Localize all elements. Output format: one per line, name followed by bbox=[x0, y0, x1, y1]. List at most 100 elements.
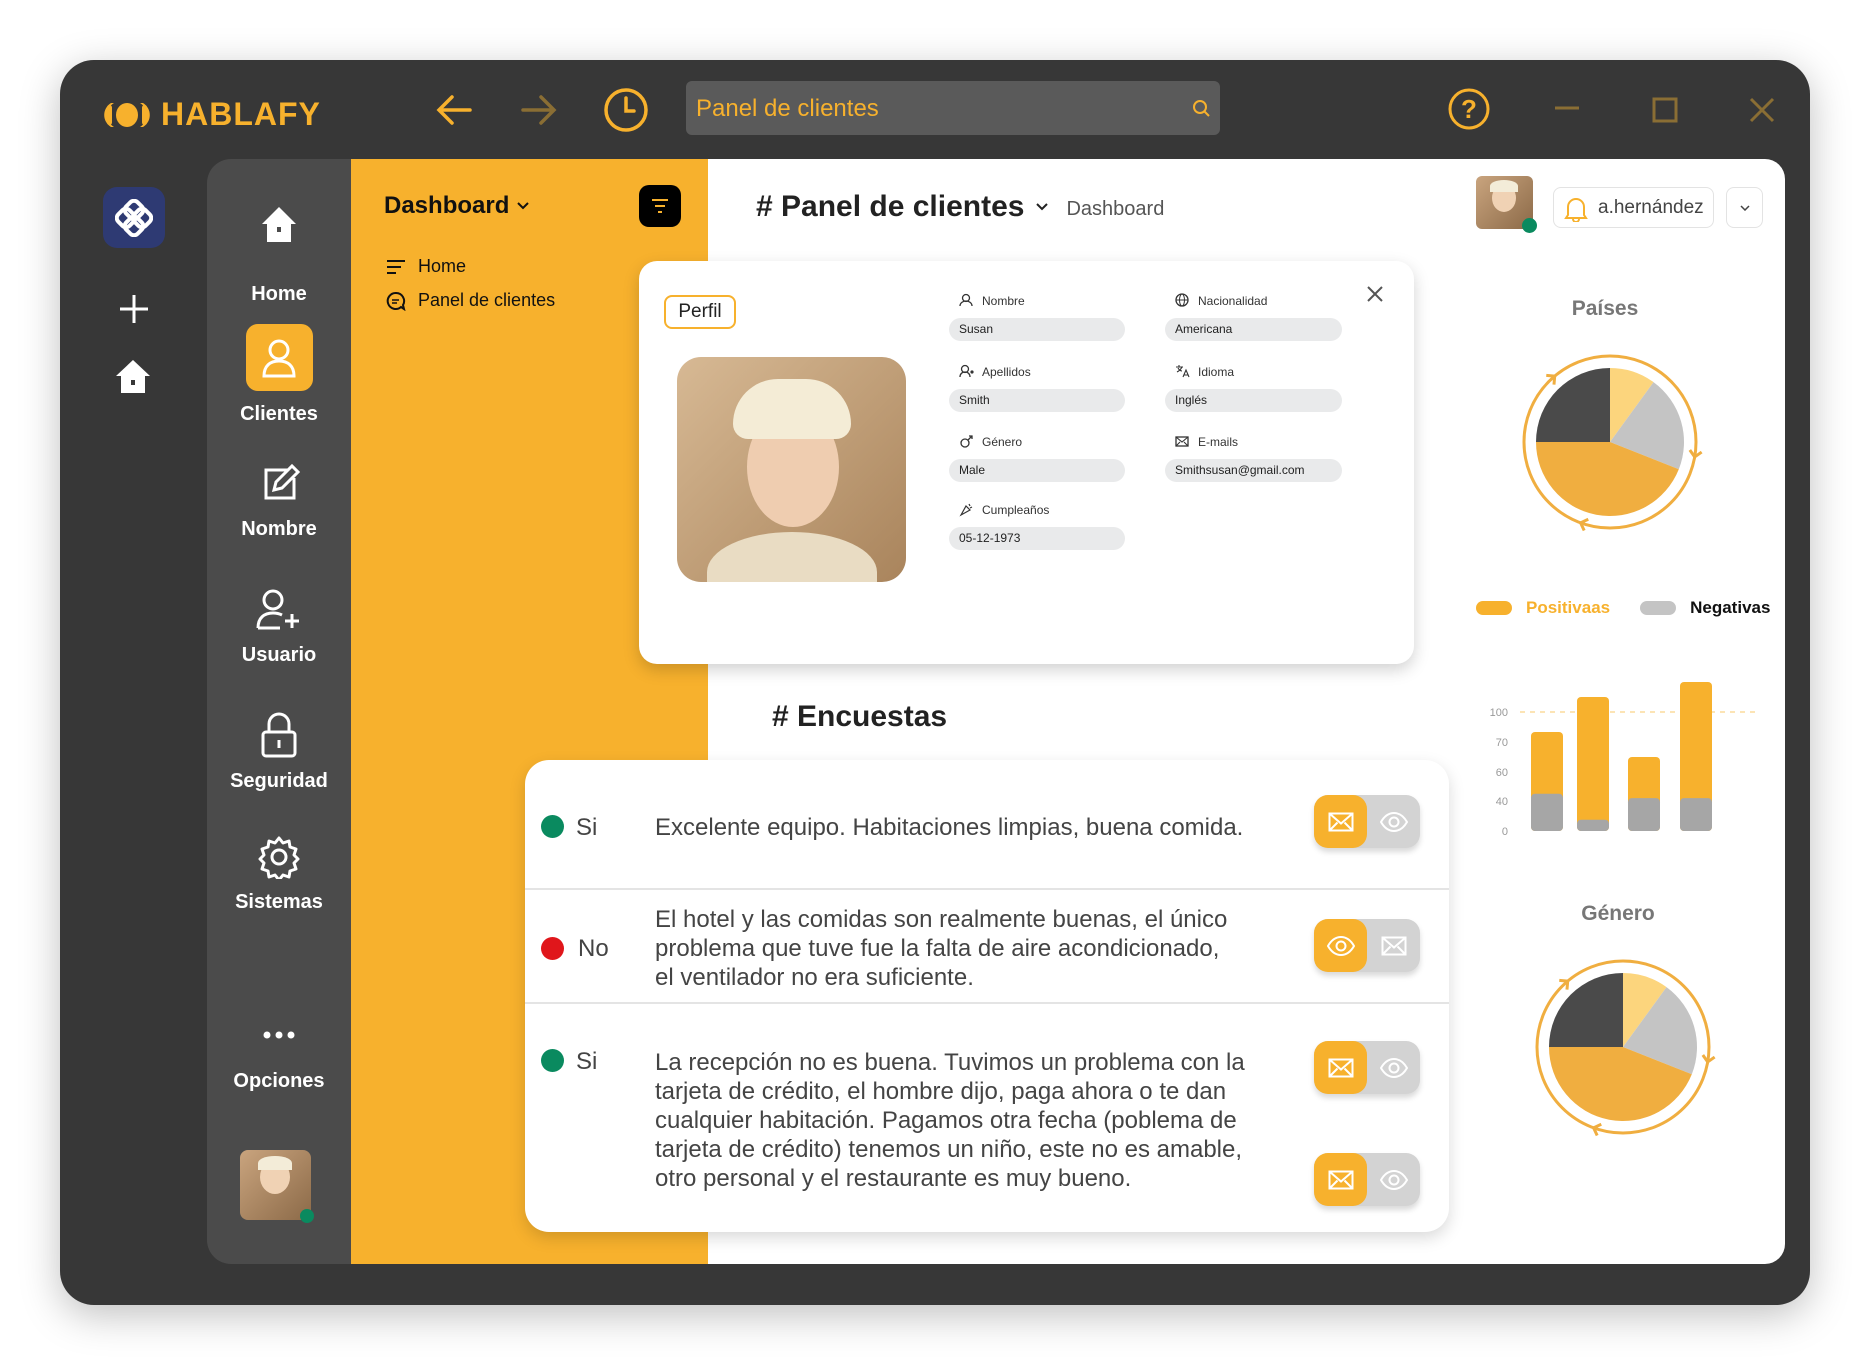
field-apellidos-input[interactable]: Smith bbox=[949, 389, 1125, 412]
sidebar-item-home[interactable]: Home bbox=[207, 205, 351, 306]
app-logo: HABLAFY bbox=[103, 96, 321, 133]
filter-button[interactable] bbox=[639, 185, 681, 227]
survey-answer: Si bbox=[576, 1048, 598, 1075]
survey-action-toggle[interactable] bbox=[1314, 795, 1420, 848]
view-button[interactable] bbox=[1367, 795, 1420, 848]
user-menu-button[interactable]: a.hernández bbox=[1553, 187, 1714, 228]
page-title: # Panel de clientes bbox=[756, 190, 1025, 223]
comment-line: el ventilador no era suficiente. bbox=[655, 964, 974, 991]
legend-swatch-negative bbox=[1640, 601, 1677, 615]
email-button[interactable] bbox=[1367, 919, 1420, 972]
app-name: HABLAFY bbox=[161, 96, 321, 132]
user-dropdown-button[interactable] bbox=[1726, 187, 1763, 228]
gear-icon bbox=[258, 836, 300, 879]
survey-action-toggle[interactable] bbox=[1314, 1041, 1420, 1094]
bell-icon bbox=[1564, 197, 1588, 222]
sidebar-item-label: Nombre bbox=[241, 518, 317, 540]
sidebar-item-label: Usuario bbox=[241, 644, 317, 666]
sidebar-item-label: Opciones bbox=[233, 1070, 325, 1092]
field-nombre-input[interactable]: Susan bbox=[949, 318, 1125, 341]
chart-title: Países bbox=[1571, 297, 1639, 320]
workspace-button[interactable] bbox=[103, 187, 165, 248]
home-icon[interactable] bbox=[114, 358, 152, 396]
lock-icon bbox=[261, 712, 297, 758]
sidebar-item-label: Home bbox=[251, 283, 307, 305]
email-button[interactable] bbox=[1314, 1041, 1367, 1094]
field-cumpleaños-input[interactable]: 05-12-1973 bbox=[949, 527, 1125, 550]
menu-icon bbox=[387, 259, 405, 274]
sidebar-item-label: Sistemas bbox=[235, 891, 323, 913]
back-arrow-icon[interactable] bbox=[434, 90, 474, 130]
maximize-icon[interactable] bbox=[1652, 97, 1678, 123]
sidebar-item-seguridad[interactable]: Seguridad bbox=[207, 712, 351, 793]
email-button[interactable] bbox=[1314, 1153, 1367, 1206]
close-window-icon[interactable] bbox=[1748, 96, 1776, 124]
view-button[interactable] bbox=[1367, 1041, 1420, 1094]
plus-icon[interactable] bbox=[118, 293, 150, 325]
comment-line: Excelente equipo. Habitaciones limpias, … bbox=[655, 814, 1244, 841]
field-género-input[interactable]: Male bbox=[949, 459, 1125, 482]
sidebar-item-opciones[interactable]: Opciones bbox=[207, 1028, 351, 1093]
field-label: Apellidos bbox=[959, 364, 1031, 379]
view-button[interactable] bbox=[1367, 1153, 1420, 1206]
y-tick-label: 40 bbox=[1496, 796, 1508, 808]
search-icon[interactable] bbox=[1192, 99, 1210, 117]
user-avatar[interactable] bbox=[1476, 176, 1537, 233]
nav-item-home[interactable]: Home bbox=[386, 256, 466, 277]
field-e-mails-input[interactable]: Smithsusan@gmail.com bbox=[1165, 459, 1342, 482]
field-label-text: Apellidos bbox=[982, 364, 1031, 379]
minimize-icon[interactable] bbox=[1553, 98, 1581, 118]
sidebar-item-label: Seguridad bbox=[230, 770, 328, 792]
field-label: E-mails bbox=[1175, 434, 1238, 449]
status-dot-negative bbox=[541, 937, 564, 960]
y-tick-label: 60 bbox=[1496, 767, 1508, 779]
legend-label: Positivaas bbox=[1526, 598, 1611, 617]
mail-icon bbox=[1175, 436, 1189, 447]
bar-negative bbox=[1628, 798, 1660, 831]
pie-slice bbox=[1536, 368, 1610, 442]
sidebar-item-usuario[interactable]: Usuario bbox=[207, 588, 351, 667]
field-label-text: Nacionalidad bbox=[1198, 293, 1268, 308]
bar-positive bbox=[1577, 697, 1609, 831]
mail-icon bbox=[1328, 1170, 1353, 1189]
breadcrumb[interactable]: Dashboard bbox=[1066, 198, 1164, 221]
surveys-title: # Encuestas bbox=[772, 700, 948, 733]
profile-tab[interactable]: Perfil bbox=[664, 295, 736, 329]
field-nacionalidad-input[interactable]: Americana bbox=[1165, 318, 1342, 341]
panel-title: Dashboard bbox=[384, 192, 510, 219]
comment-line: problema que tuve fue la falta de aire a… bbox=[655, 935, 1220, 962]
sidebar-item-clientes[interactable]: Clientes bbox=[207, 324, 351, 426]
help-icon[interactable]: ? bbox=[1447, 87, 1491, 131]
survey-action-toggle[interactable] bbox=[1314, 1153, 1420, 1206]
eye-icon bbox=[1379, 1057, 1408, 1078]
sidebar-item-nombre[interactable]: Nombre bbox=[207, 462, 351, 541]
survey-action-toggle[interactable] bbox=[1314, 919, 1420, 972]
history-clock-icon[interactable] bbox=[602, 86, 650, 134]
sidebar-avatar[interactable] bbox=[240, 1150, 314, 1223]
survey-answer: No bbox=[578, 935, 609, 962]
nav-item-panel-de-clientes[interactable]: Panel de clientes bbox=[386, 290, 555, 311]
divider bbox=[525, 1002, 1449, 1004]
dashboard-dropdown[interactable]: Dashboard bbox=[384, 192, 530, 220]
search-bar[interactable]: Panel de clientes bbox=[686, 81, 1220, 135]
eye-icon bbox=[1379, 1169, 1408, 1190]
nav-item-label: Home bbox=[418, 256, 467, 276]
chat-icon bbox=[386, 291, 406, 311]
forward-arrow-icon[interactable] bbox=[519, 90, 559, 130]
chart-legend: Positivaas Negativas bbox=[1476, 598, 1770, 618]
sidebar-item-sistemas[interactable]: Sistemas bbox=[207, 835, 351, 914]
email-button[interactable] bbox=[1314, 795, 1367, 848]
y-tick-label: 100 bbox=[1490, 707, 1508, 719]
field-label: Idioma bbox=[1175, 364, 1234, 379]
chevron-down-icon bbox=[1739, 204, 1750, 211]
user-icon bbox=[262, 339, 296, 377]
bar-negative bbox=[1680, 798, 1712, 831]
view-button[interactable] bbox=[1314, 919, 1367, 972]
field-idioma-input[interactable]: Inglés bbox=[1165, 389, 1342, 412]
y-tick-label: 70 bbox=[1496, 737, 1508, 749]
paises-pie-chart bbox=[1522, 354, 1703, 532]
search-input[interactable]: Panel de clientes bbox=[696, 95, 879, 123]
chevron-down-icon[interactable] bbox=[1036, 203, 1049, 211]
close-icon[interactable] bbox=[1366, 285, 1384, 303]
logo-icon bbox=[104, 102, 150, 127]
